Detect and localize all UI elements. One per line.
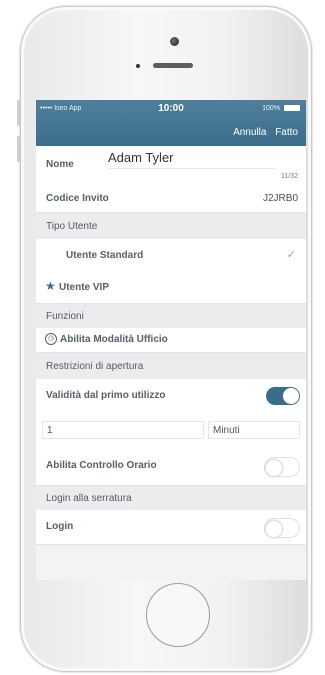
navigation-bar: ••••• Iseo App 10:00 100% Annulla Fatto xyxy=(36,100,306,146)
section-title: Funzioni xyxy=(46,311,84,322)
validity-row: Validità dal primo utilizzo xyxy=(36,379,306,414)
user-type-vip-label: Utente VIP xyxy=(59,282,110,293)
section-title: Login alla serratura xyxy=(46,493,132,504)
earpiece-speaker xyxy=(153,63,193,68)
invite-code-row: Codice Invito J2JRB0 xyxy=(36,184,306,213)
battery-label: 100% xyxy=(262,105,281,112)
section-title: Restrizioni di apertura xyxy=(46,361,144,372)
login-toggle[interactable] xyxy=(264,518,300,538)
name-counter: 11/32 xyxy=(281,173,298,180)
home-button[interactable] xyxy=(146,583,210,647)
validity-toggle[interactable] xyxy=(266,387,300,405)
toggle-knob xyxy=(283,388,299,404)
star-icon: ★ xyxy=(45,279,56,293)
section-header-restrictions: Restrizioni di apertura xyxy=(36,353,306,379)
name-input[interactable]: Adam Tyler xyxy=(108,148,276,169)
user-type-standard-label: Utente Standard xyxy=(66,250,144,261)
battery-indicator: 100% xyxy=(262,105,300,112)
office-mode-label: Abilita Modalità Ufficio xyxy=(60,334,168,345)
proximity-sensor xyxy=(136,64,140,68)
section-header-functions: Funzioni xyxy=(36,304,306,328)
volume-button xyxy=(17,136,20,162)
section-header-user-type: Tipo Utente xyxy=(36,213,306,239)
office-mode-icon: ◷ xyxy=(45,333,57,345)
checkmark-icon: ✓ xyxy=(286,249,296,261)
user-type-vip-row[interactable]: ★ Utente VIP xyxy=(36,271,306,304)
nav-actions: Annulla Fatto xyxy=(227,127,298,138)
name-row: Nome Adam Tyler 11/32 xyxy=(36,146,306,185)
duration-row: 1 Minuti xyxy=(36,413,306,448)
user-type-standard-row[interactable]: Utente Standard ✓ xyxy=(36,239,306,272)
app-screen: ••••• Iseo App 10:00 100% Annulla Fatto … xyxy=(36,100,306,580)
duration-unit-select[interactable]: Minuti xyxy=(208,421,300,439)
volume-button xyxy=(17,100,20,126)
time-control-label: Abilita Controllo Orario xyxy=(46,460,157,471)
status-bar: ••••• Iseo App 10:00 100% xyxy=(36,103,306,117)
done-button[interactable]: Fatto xyxy=(275,127,298,138)
invite-code-value: J2JRB0 xyxy=(262,193,298,204)
login-label: Login xyxy=(46,521,74,532)
battery-icon xyxy=(284,105,300,112)
section-title: Tipo Utente xyxy=(46,221,98,232)
time-control-toggle[interactable] xyxy=(264,457,300,477)
cancel-button[interactable]: Annulla xyxy=(233,127,266,138)
section-header-lock-login: Login alla serratura xyxy=(36,486,306,510)
time-control-row: Abilita Controllo Orario xyxy=(36,447,306,486)
office-mode-row[interactable]: ◷ Abilita Modalità Ufficio xyxy=(36,328,306,353)
invite-code-label: Codice Invito xyxy=(46,193,109,204)
toggle-knob xyxy=(265,459,283,477)
duration-input[interactable]: 1 xyxy=(42,421,204,439)
toggle-knob xyxy=(265,520,283,538)
login-row: Login xyxy=(36,510,306,545)
front-camera xyxy=(170,37,179,46)
name-label: Nome xyxy=(46,159,74,170)
validity-label: Validità dal primo utilizzo xyxy=(46,390,166,401)
